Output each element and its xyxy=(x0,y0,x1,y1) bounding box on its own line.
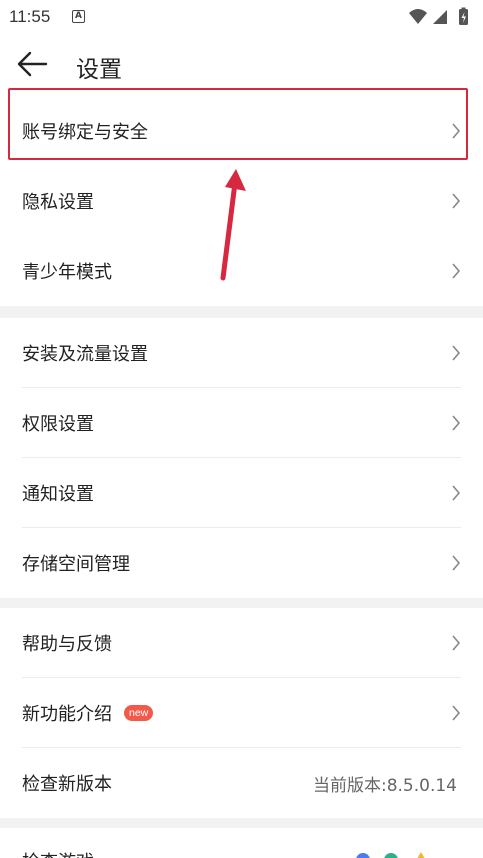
chevron-right-icon xyxy=(452,705,461,721)
settings-item-new-features[interactable]: 新功能介绍 new xyxy=(0,678,483,748)
app-header: 设置 xyxy=(0,34,483,94)
settings-section-account: 账号绑定与安全 隐私设置 青少年模式 xyxy=(0,96,483,306)
chevron-right-icon xyxy=(452,555,461,571)
settings-item-check-update[interactable]: 检查新版本 当前版本:8.5.0.14 xyxy=(0,748,483,818)
chevron-right-icon xyxy=(452,635,461,651)
section-divider xyxy=(0,306,483,318)
settings-item-label: 安装及流量设置 xyxy=(22,344,148,365)
settings-section-about: 帮助与反馈 新功能介绍 new 检查新版本 当前版本:8.5.0.14 xyxy=(0,608,483,818)
settings-item-privacy[interactable]: 隐私设置 xyxy=(0,166,483,236)
chevron-right-icon xyxy=(452,415,461,431)
settings-item-storage[interactable]: 存储空间管理 xyxy=(0,528,483,598)
settings-section-system: 安装及流量设置 权限设置 通知设置 存储空间管理 xyxy=(0,318,483,598)
status-time: 11:55 xyxy=(9,7,51,26)
settings-item-label: 账号绑定与安全 xyxy=(22,122,148,143)
settings-item-label: 帮助与反馈 xyxy=(22,634,112,655)
notification-app-icon: A xyxy=(72,10,85,23)
status-icons xyxy=(407,7,475,27)
settings-item-permissions[interactable]: 权限设置 xyxy=(0,388,483,458)
chevron-right-icon xyxy=(452,263,461,279)
settings-item-label: 检查新版本 xyxy=(22,774,112,795)
back-button[interactable] xyxy=(16,48,56,80)
current-version: 当前版本:8.5.0.14 xyxy=(312,775,457,796)
wifi-icon xyxy=(409,9,427,24)
section-divider xyxy=(0,598,483,608)
chevron-right-icon xyxy=(452,485,461,501)
page-title: 设置 xyxy=(76,57,122,83)
chevron-right-icon xyxy=(452,123,461,139)
new-badge: new xyxy=(124,705,154,721)
back-arrow-icon xyxy=(17,51,48,77)
battery-icon xyxy=(459,7,468,25)
settings-item-account-security[interactable]: 账号绑定与安全 xyxy=(0,96,483,166)
settings-item-label: 存储空间管理 xyxy=(22,554,130,575)
settings-item-label: 权限设置 xyxy=(22,414,94,435)
settings-item-label: 新功能介绍 xyxy=(22,704,112,725)
settings-item-label: 通知设置 xyxy=(22,484,94,505)
settings-section-peek: 检查游戏... xyxy=(0,828,483,858)
chevron-right-icon xyxy=(452,345,461,361)
chevron-right-icon xyxy=(452,193,461,209)
settings-item-help-feedback[interactable]: 帮助与反馈 xyxy=(0,608,483,678)
settings-item-label[interactable]: 检查游戏... xyxy=(22,848,111,858)
signal-icon xyxy=(433,10,447,24)
status-bar: 11:55 A xyxy=(0,0,483,34)
settings-item-teen-mode[interactable]: 青少年模式 xyxy=(0,236,483,306)
settings-item-notifications[interactable]: 通知设置 xyxy=(0,458,483,528)
settings-item-install-data[interactable]: 安装及流量设置 xyxy=(0,318,483,388)
settings-item-label: 青少年模式 xyxy=(22,262,112,283)
section-divider xyxy=(0,818,483,828)
peek-icons xyxy=(356,852,425,858)
settings-item-label: 隐私设置 xyxy=(22,192,94,213)
